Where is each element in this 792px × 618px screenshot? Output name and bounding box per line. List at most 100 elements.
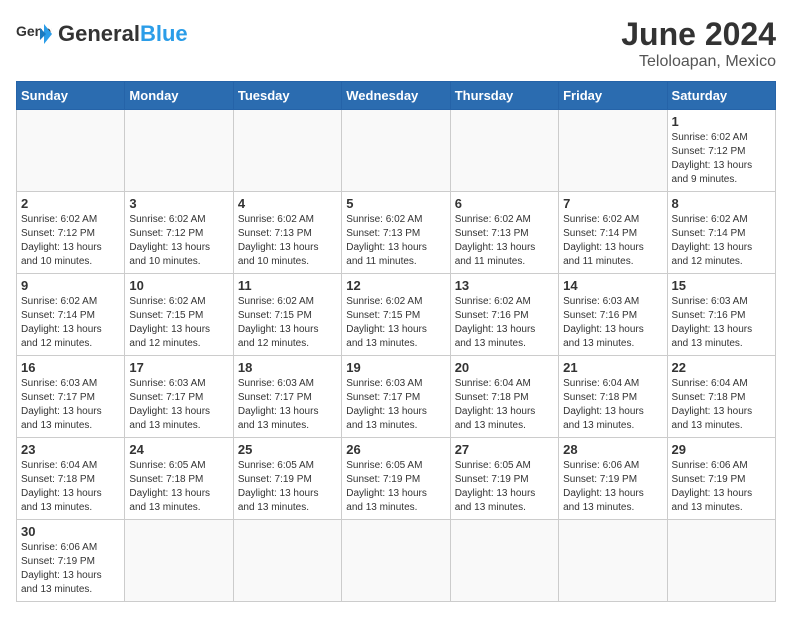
day-header-tuesday: Tuesday	[233, 82, 341, 110]
day-info: Sunrise: 6:03 AM Sunset: 7:16 PM Dayligh…	[563, 295, 662, 351]
day-info: Sunrise: 6:03 AM Sunset: 7:17 PM Dayligh…	[129, 377, 228, 433]
day-number: 18	[238, 360, 337, 375]
calendar-cell	[667, 520, 775, 602]
calendar-cell: 27 Sunrise: 6:05 AM Sunset: 7:19 PM Dayli…	[450, 438, 558, 520]
day-info: Sunrise: 6:02 AM Sunset: 7:15 PM Dayligh…	[346, 295, 445, 351]
calendar-cell: 16 Sunrise: 6:03 AM Sunset: 7:17 PM Dayli…	[17, 356, 125, 438]
day-number: 27	[455, 442, 554, 457]
day-number: 17	[129, 360, 228, 375]
calendar-cell: 2 Sunrise: 6:02 AM Sunset: 7:12 PM Daylig…	[17, 192, 125, 274]
day-info: Sunrise: 6:02 AM Sunset: 7:14 PM Dayligh…	[21, 295, 120, 351]
calendar-cell	[342, 110, 450, 192]
day-number: 19	[346, 360, 445, 375]
day-number: 26	[346, 442, 445, 457]
day-number: 22	[672, 360, 771, 375]
day-number: 15	[672, 278, 771, 293]
calendar-cell: 29 Sunrise: 6:06 AM Sunset: 7:19 PM Dayli…	[667, 438, 775, 520]
calendar-cell: 17 Sunrise: 6:03 AM Sunset: 7:17 PM Dayli…	[125, 356, 233, 438]
calendar-cell: 8Sunrise: 6:02 AM Sunset: 7:14 PM Daylig…	[667, 192, 775, 274]
day-number: 14	[563, 278, 662, 293]
day-info: Sunrise: 6:02 AM Sunset: 7:14 PM Dayligh…	[563, 213, 662, 269]
calendar-cell: 11 Sunrise: 6:02 AM Sunset: 7:15 PM Dayli…	[233, 274, 341, 356]
week-row-4: 16 Sunrise: 6:03 AM Sunset: 7:17 PM Dayli…	[17, 356, 776, 438]
logo: General GeneralBlue	[16, 16, 188, 52]
title-area: June 2024 Teloloapan, Mexico	[621, 16, 776, 71]
day-info: Sunrise: 6:03 AM Sunset: 7:17 PM Dayligh…	[346, 377, 445, 433]
day-number: 23	[21, 442, 120, 457]
logo-text: GeneralBlue	[58, 23, 188, 45]
day-number: 7	[563, 196, 662, 211]
calendar-cell: 9 Sunrise: 6:02 AM Sunset: 7:14 PM Daylig…	[17, 274, 125, 356]
calendar-cell: 22 Sunrise: 6:04 AM Sunset: 7:18 PM Dayli…	[667, 356, 775, 438]
day-info: Sunrise: 6:02 AM Sunset: 7:15 PM Dayligh…	[238, 295, 337, 351]
calendar-cell: 4 Sunrise: 6:02 AM Sunset: 7:13 PM Daylig…	[233, 192, 341, 274]
calendar-cell	[450, 520, 558, 602]
day-info: Sunrise: 6:02 AM Sunset: 7:12 PM Dayligh…	[129, 213, 228, 269]
calendar-cell: 23Sunrise: 6:04 AM Sunset: 7:18 PM Dayli…	[17, 438, 125, 520]
calendar-cell	[125, 520, 233, 602]
day-info: Sunrise: 6:06 AM Sunset: 7:19 PM Dayligh…	[563, 459, 662, 515]
day-number: 2	[21, 196, 120, 211]
calendar-cell: 21 Sunrise: 6:04 AM Sunset: 7:18 PM Dayli…	[559, 356, 667, 438]
calendar-cell: 6 Sunrise: 6:02 AM Sunset: 7:13 PM Daylig…	[450, 192, 558, 274]
day-number: 29	[672, 442, 771, 457]
day-number: 9	[21, 278, 120, 293]
day-number: 21	[563, 360, 662, 375]
calendar-cell: 12 Sunrise: 6:02 AM Sunset: 7:15 PM Dayli…	[342, 274, 450, 356]
calendar-cell: 15 Sunrise: 6:03 AM Sunset: 7:16 PM Dayli…	[667, 274, 775, 356]
day-number: 25	[238, 442, 337, 457]
day-header-monday: Monday	[125, 82, 233, 110]
day-number: 20	[455, 360, 554, 375]
calendar-cell: 20 Sunrise: 6:04 AM Sunset: 7:18 PM Dayli…	[450, 356, 558, 438]
day-number: 4	[238, 196, 337, 211]
calendar-cell	[233, 520, 341, 602]
day-info: Sunrise: 6:02 AM Sunset: 7:15 PM Dayligh…	[129, 295, 228, 351]
calendar-cell	[559, 110, 667, 192]
calendar-cell	[559, 520, 667, 602]
location: Teloloapan, Mexico	[621, 53, 776, 71]
day-info: Sunrise: 6:04 AM Sunset: 7:18 PM Dayligh…	[563, 377, 662, 433]
day-number: 10	[129, 278, 228, 293]
day-number: 13	[455, 278, 554, 293]
week-row-3: 9 Sunrise: 6:02 AM Sunset: 7:14 PM Daylig…	[17, 274, 776, 356]
day-info: Sunrise: 6:06 AM Sunset: 7:19 PM Dayligh…	[672, 459, 771, 515]
day-info: Sunrise: 6:02 AM Sunset: 7:16 PM Dayligh…	[455, 295, 554, 351]
calendar-cell: 28Sunrise: 6:06 AM Sunset: 7:19 PM Dayli…	[559, 438, 667, 520]
day-info: Sunrise: 6:04 AM Sunset: 7:18 PM Dayligh…	[455, 377, 554, 433]
day-info: Sunrise: 6:06 AM Sunset: 7:19 PM Dayligh…	[21, 541, 120, 597]
day-number: 3	[129, 196, 228, 211]
week-row-1: 1 Sunrise: 6:02 AM Sunset: 7:12 PM Daylig…	[17, 110, 776, 192]
day-header-thursday: Thursday	[450, 82, 558, 110]
day-info: Sunrise: 6:05 AM Sunset: 7:18 PM Dayligh…	[129, 459, 228, 515]
day-header-friday: Friday	[559, 82, 667, 110]
day-number: 30	[21, 524, 120, 539]
day-info: Sunrise: 6:04 AM Sunset: 7:18 PM Dayligh…	[672, 377, 771, 433]
calendar-cell: 3 Sunrise: 6:02 AM Sunset: 7:12 PM Daylig…	[125, 192, 233, 274]
day-info: Sunrise: 6:03 AM Sunset: 7:17 PM Dayligh…	[21, 377, 120, 433]
calendar-cell: 18 Sunrise: 6:03 AM Sunset: 7:17 PM Dayli…	[233, 356, 341, 438]
calendar-cell	[450, 110, 558, 192]
day-info: Sunrise: 6:02 AM Sunset: 7:14 PM Dayligh…	[672, 213, 771, 269]
calendar-cell	[233, 110, 341, 192]
day-number: 12	[346, 278, 445, 293]
day-info: Sunrise: 6:02 AM Sunset: 7:12 PM Dayligh…	[21, 213, 120, 269]
day-info: Sunrise: 6:03 AM Sunset: 7:17 PM Dayligh…	[238, 377, 337, 433]
week-row-6: 30 Sunrise: 6:06 AM Sunset: 7:19 PM Dayli…	[17, 520, 776, 602]
day-number: 6	[455, 196, 554, 211]
day-info: Sunrise: 6:02 AM Sunset: 7:12 PM Dayligh…	[672, 131, 771, 187]
day-number: 11	[238, 278, 337, 293]
day-number: 5	[346, 196, 445, 211]
calendar-cell: 24Sunrise: 6:05 AM Sunset: 7:18 PM Dayli…	[125, 438, 233, 520]
day-info: Sunrise: 6:05 AM Sunset: 7:19 PM Dayligh…	[346, 459, 445, 515]
calendar-cell: 13 Sunrise: 6:02 AM Sunset: 7:16 PM Dayli…	[450, 274, 558, 356]
day-info: Sunrise: 6:05 AM Sunset: 7:19 PM Dayligh…	[455, 459, 554, 515]
day-number: 16	[21, 360, 120, 375]
week-row-2: 2 Sunrise: 6:02 AM Sunset: 7:12 PM Daylig…	[17, 192, 776, 274]
day-info: Sunrise: 6:03 AM Sunset: 7:16 PM Dayligh…	[672, 295, 771, 351]
header: General GeneralBlue June 2024 Teloloapan…	[16, 16, 776, 71]
day-info: Sunrise: 6:02 AM Sunset: 7:13 PM Dayligh…	[238, 213, 337, 269]
day-info: Sunrise: 6:02 AM Sunset: 7:13 PM Dayligh…	[346, 213, 445, 269]
day-number: 1	[672, 114, 771, 129]
day-info: Sunrise: 6:02 AM Sunset: 7:13 PM Dayligh…	[455, 213, 554, 269]
calendar-cell: 7 Sunrise: 6:02 AM Sunset: 7:14 PM Daylig…	[559, 192, 667, 274]
